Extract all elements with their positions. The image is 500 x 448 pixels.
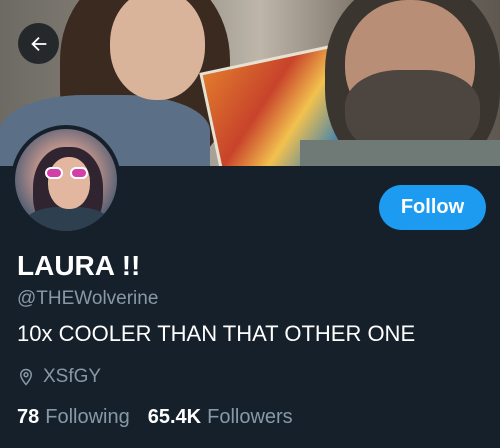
user-handle: @THEWolverine (17, 288, 159, 309)
banner-girl-face (110, 0, 205, 100)
avatar-jacket (25, 207, 110, 231)
follow-button[interactable]: Follow (379, 185, 486, 230)
avatar-face (48, 157, 90, 209)
banner-man-shirt (300, 140, 500, 166)
avatar-sunglasses-right (70, 167, 88, 179)
followers-label: Followers (207, 406, 293, 428)
following-label: Following (45, 406, 130, 428)
display-name: LAURA !! (17, 250, 141, 281)
arrow-left-icon (30, 36, 46, 51)
profile-stats: 78 Following 65.4K Followers (17, 406, 311, 429)
following-link[interactable]: 78 Following (17, 406, 130, 429)
profile-bio: 10x COOLER THAN THAT OTHER ONE (17, 321, 416, 346)
followers-link[interactable]: 65.4K Followers (148, 406, 293, 429)
location-pin-icon (19, 368, 33, 386)
back-button[interactable] (18, 23, 59, 64)
following-count: 78 (17, 406, 40, 428)
avatar[interactable] (11, 125, 121, 235)
location-text: XSfGY (43, 366, 102, 387)
profile-location: XSfGY (17, 366, 101, 388)
followers-count: 65.4K (147, 406, 202, 428)
avatar-sunglasses-left (45, 167, 63, 179)
